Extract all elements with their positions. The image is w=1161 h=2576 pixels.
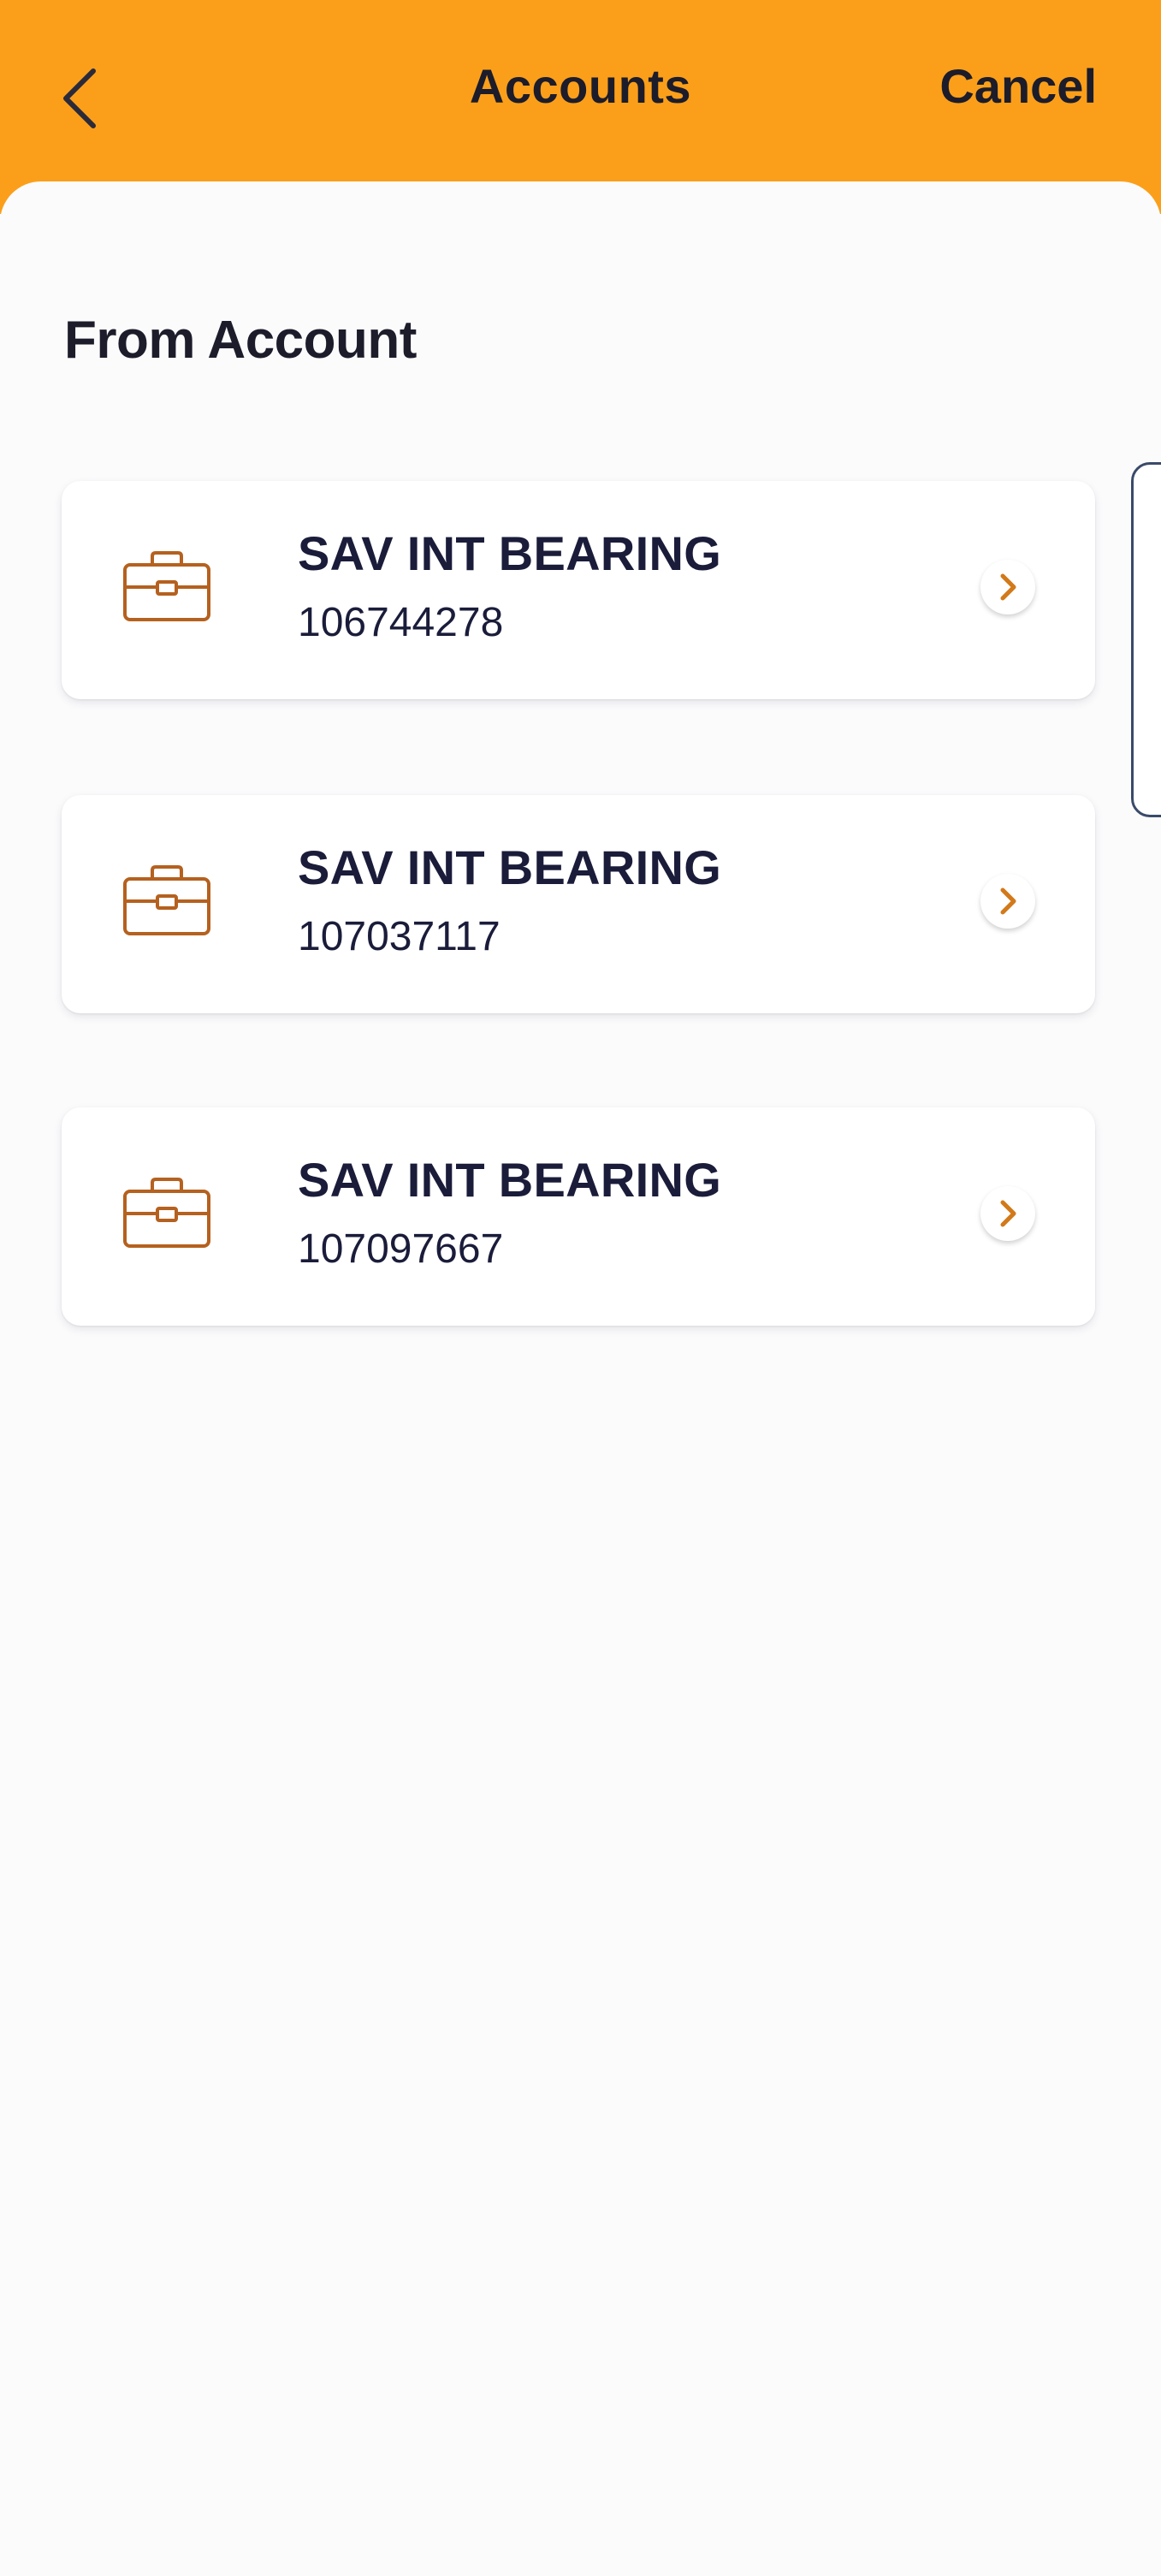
chevron-right-icon (1000, 573, 1016, 601)
account-name: SAV INT BEARING (298, 840, 722, 894)
chevron-right-icon (1000, 1200, 1016, 1227)
account-select-button[interactable] (980, 874, 1035, 929)
briefcase-icon (123, 551, 210, 621)
account-select-button[interactable] (980, 1186, 1035, 1241)
briefcase-icon (123, 865, 210, 935)
accounts-screen: Accounts Cancel From Account SAV INT BEA… (0, 0, 1161, 2576)
account-number: 107097667 (298, 1226, 504, 1272)
account-name: SAV INT BEARING (298, 1153, 722, 1207)
account-card[interactable]: SAV INT BEARING 106744278 (62, 481, 1095, 699)
side-scroll-tab[interactable] (1131, 462, 1161, 817)
briefcase-icon (123, 1178, 210, 1248)
account-name: SAV INT BEARING (298, 526, 722, 580)
account-select-button[interactable] (980, 560, 1035, 614)
chevron-right-icon (1000, 887, 1016, 915)
account-number: 106744278 (298, 600, 504, 645)
cancel-button[interactable]: Cancel (939, 58, 1097, 114)
section-title: From Account (64, 311, 417, 370)
account-number: 107037117 (298, 914, 501, 959)
account-card[interactable]: SAV INT BEARING 107097667 (62, 1107, 1095, 1326)
content-panel: From Account SAV INT BEARING 106744278 S… (0, 181, 1161, 2576)
account-card[interactable]: SAV INT BEARING 107037117 (62, 795, 1095, 1013)
